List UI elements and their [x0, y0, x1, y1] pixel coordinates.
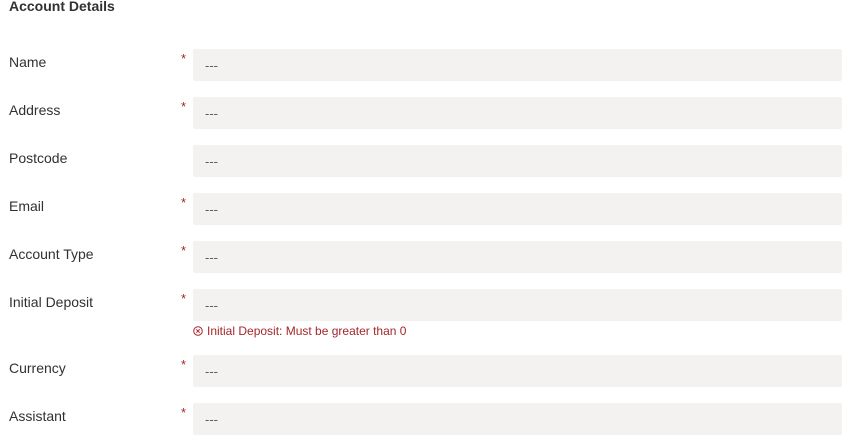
initial-deposit-error-text: Initial Deposit: Must be greater than 0 [207, 324, 407, 338]
name-field[interactable] [193, 49, 842, 81]
account-type-label: Account Type [9, 246, 94, 262]
currency-required-marker: * [181, 357, 187, 372]
email-field[interactable] [193, 193, 842, 225]
currency-label: Currency [9, 360, 66, 376]
name-required-marker: * [181, 51, 187, 66]
initial-deposit-label: Initial Deposit [9, 294, 94, 310]
form-row-address: Address * [0, 97, 842, 129]
assistant-label: Assistant [9, 408, 66, 424]
account-type-field[interactable] [193, 241, 842, 273]
form-row-currency: Currency * [0, 355, 842, 387]
account-type-required-marker: * [181, 243, 187, 258]
postcode-label: Postcode [9, 150, 68, 166]
currency-field[interactable] [193, 355, 842, 387]
form-row-email: Email * [0, 193, 842, 225]
error-circle-icon [193, 326, 203, 336]
form-row-initial-deposit: Initial Deposit * Initial Deposit: Must … [0, 289, 842, 338]
assistant-field[interactable] [193, 403, 842, 435]
form-row-assistant: Assistant * [0, 403, 842, 435]
form-row-name: Name * [0, 49, 842, 81]
initial-deposit-required-marker: * [181, 291, 187, 306]
name-label: Name [9, 54, 47, 70]
email-required-marker: * [181, 195, 187, 210]
section-title: Account Details [9, 0, 115, 14]
email-label: Email [9, 198, 45, 214]
initial-deposit-error: Initial Deposit: Must be greater than 0 [193, 324, 406, 338]
assistant-required-marker: * [181, 405, 187, 420]
form-row-postcode: Postcode [0, 145, 842, 177]
account-details-form: Account Details Name * Address * Postcod… [0, 0, 842, 447]
address-label: Address [9, 102, 61, 118]
postcode-field[interactable] [193, 145, 842, 177]
initial-deposit-field[interactable] [193, 289, 842, 321]
address-field[interactable] [193, 97, 842, 129]
address-required-marker: * [181, 99, 187, 114]
form-row-account-type: Account Type * [0, 241, 842, 273]
